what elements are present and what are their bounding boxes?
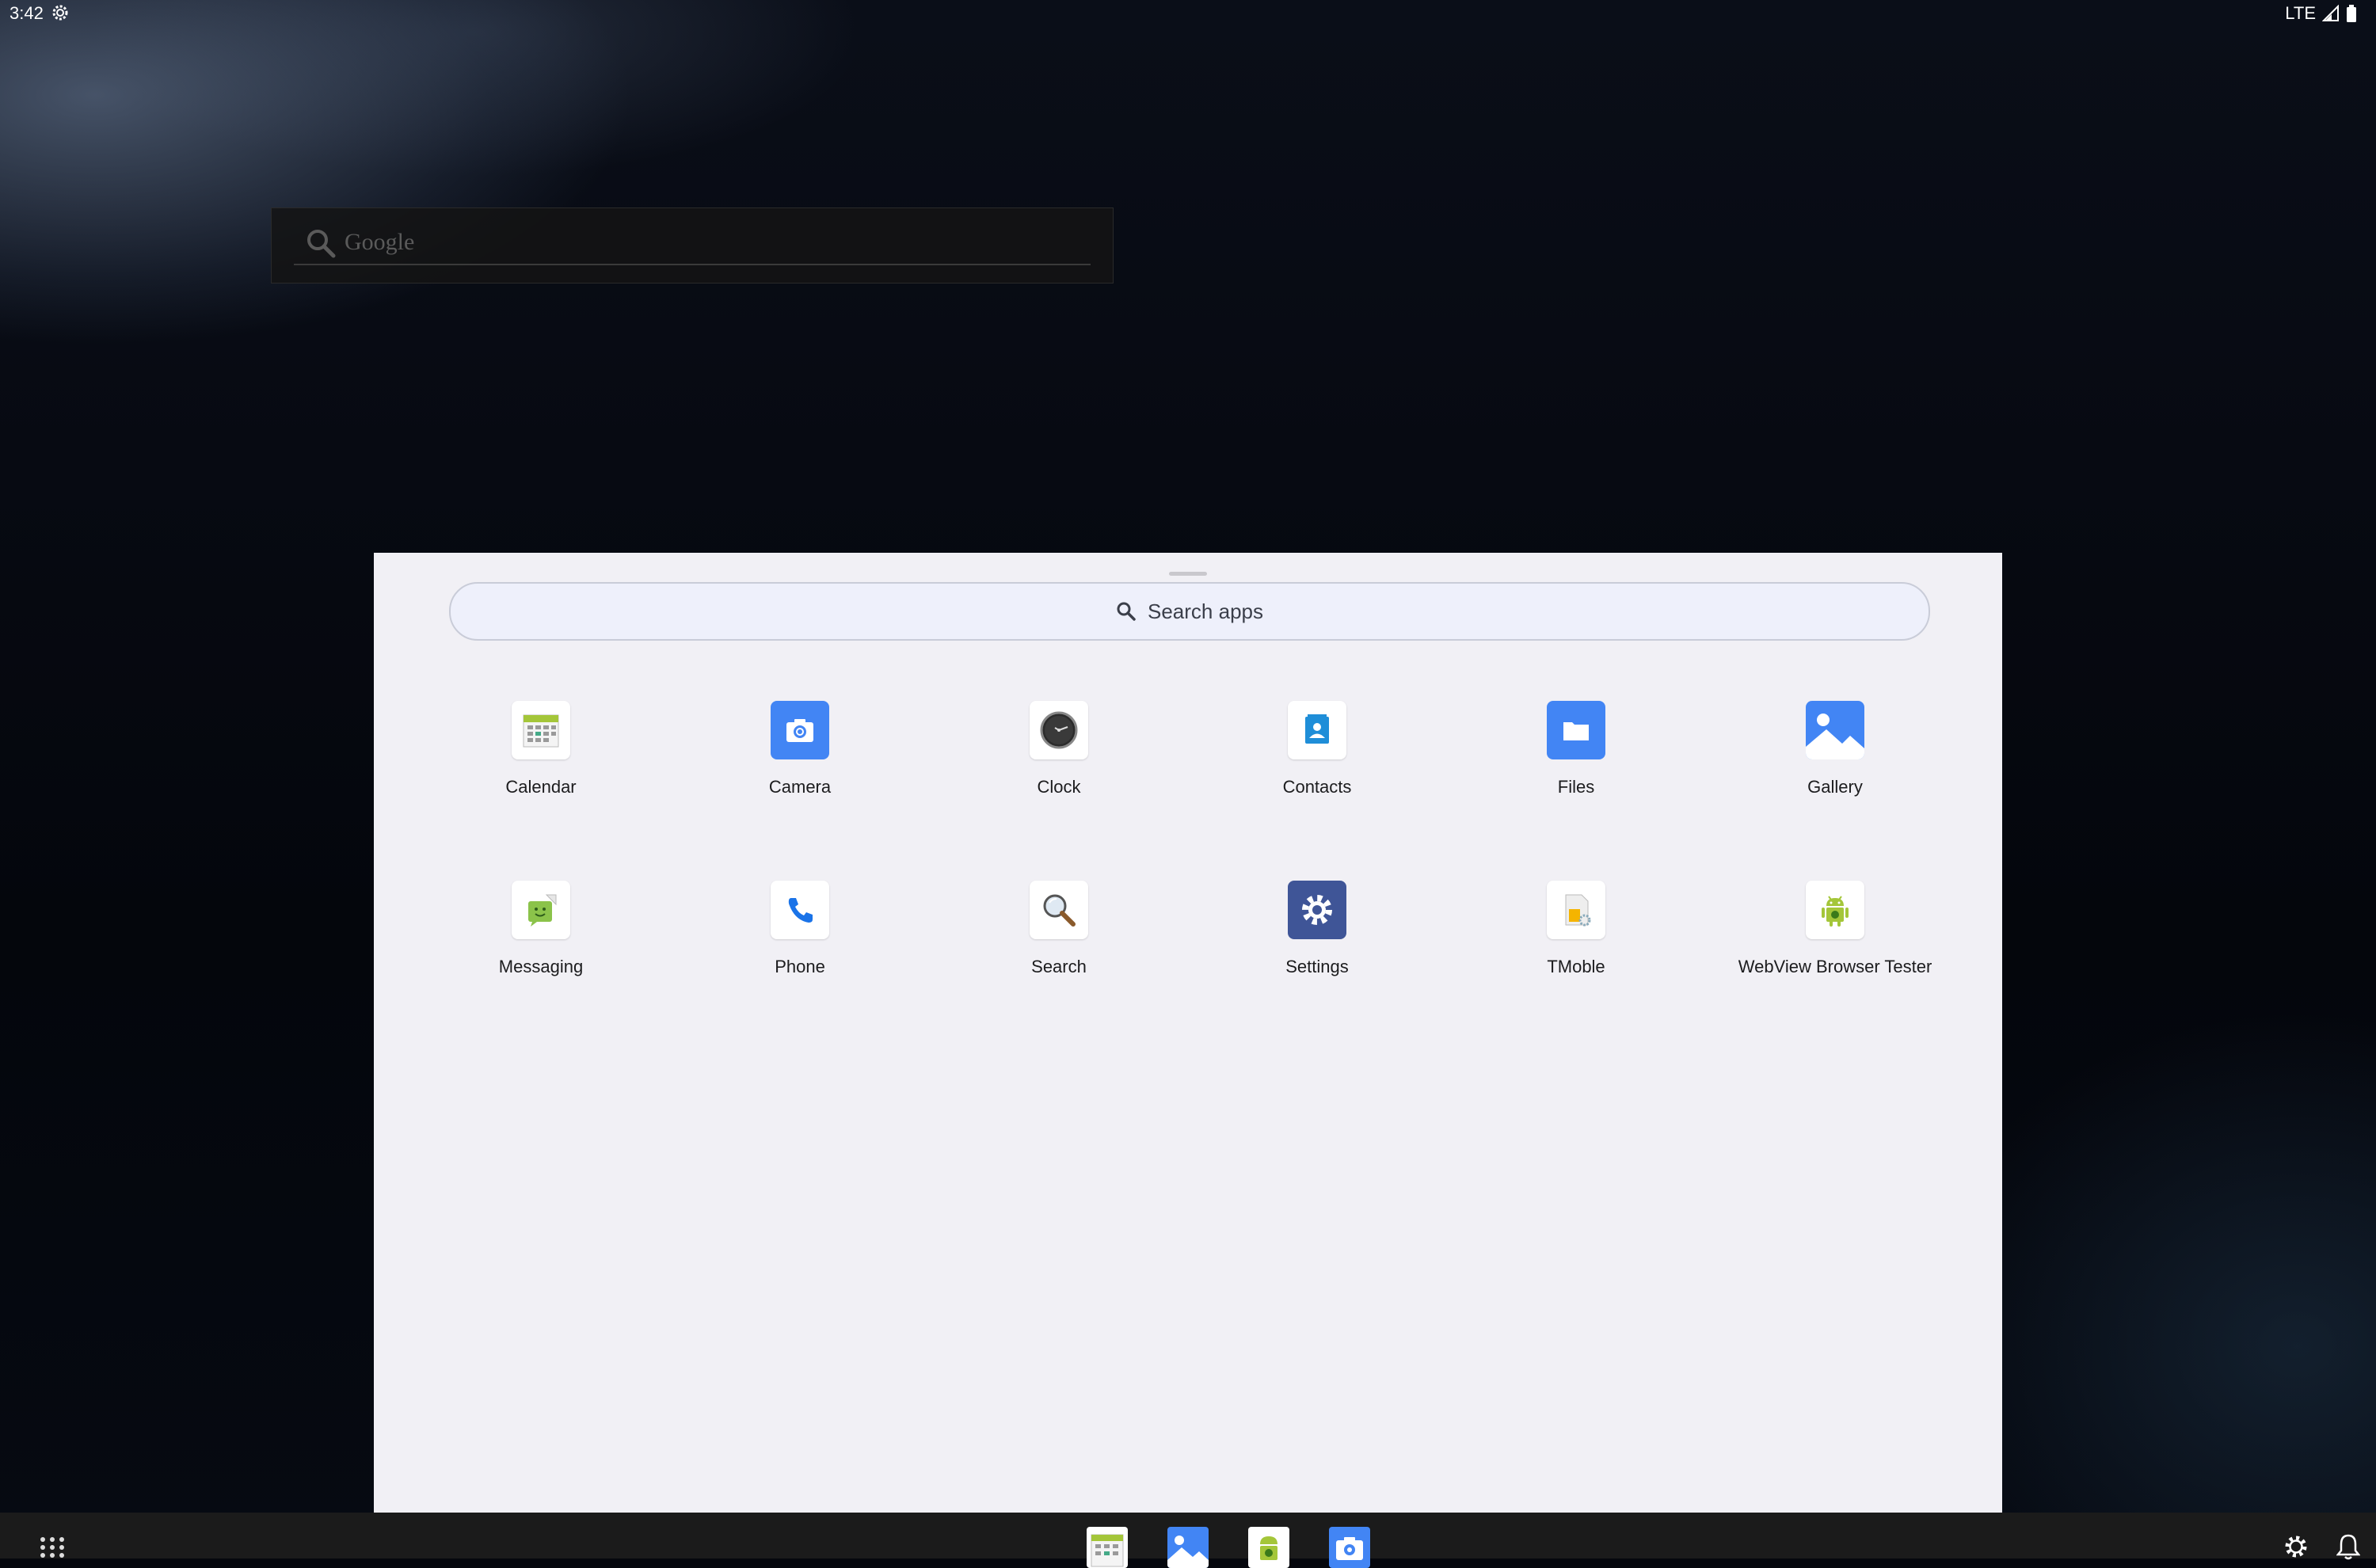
app-label: Messaging bbox=[498, 957, 584, 976]
settings-icon[interactable] bbox=[2283, 1533, 2309, 1564]
taskbar bbox=[0, 1513, 2376, 1568]
status-time: 3:42 bbox=[10, 3, 44, 23]
status-bar: 3:42 LTE bbox=[0, 0, 2376, 32]
dock-android-icon[interactable] bbox=[1248, 1527, 1289, 1568]
app-phone[interactable]: Phone bbox=[669, 881, 931, 1007]
dock-calendar-icon[interactable] bbox=[1087, 1527, 1128, 1568]
app-settings[interactable]: Settings bbox=[1186, 881, 1448, 1007]
app-messaging[interactable]: Messaging bbox=[410, 881, 672, 1007]
app-label: Settings bbox=[1285, 957, 1349, 976]
dock-gallery-icon[interactable] bbox=[1167, 1527, 1209, 1568]
contacts-icon bbox=[1288, 701, 1346, 759]
folder-icon bbox=[1547, 701, 1605, 759]
settings-icon bbox=[1288, 881, 1346, 939]
app-label: Gallery bbox=[1807, 777, 1863, 797]
messaging-icon bbox=[512, 881, 570, 939]
app-label: Calendar bbox=[505, 777, 577, 797]
gallery-icon bbox=[1806, 701, 1864, 759]
calendar-icon bbox=[512, 701, 570, 759]
tmoble-icon bbox=[1547, 881, 1605, 939]
app-search[interactable]: Search bbox=[928, 881, 1190, 1007]
camera-icon bbox=[771, 701, 829, 759]
google-widget-text: Google bbox=[345, 229, 415, 255]
signal-icon bbox=[2322, 5, 2340, 22]
app-label: WebView Browser Tester bbox=[1738, 957, 1932, 976]
app-label: Camera bbox=[768, 777, 832, 797]
app-label: Contacts bbox=[1282, 777, 1352, 797]
search-icon bbox=[305, 227, 337, 263]
app-contacts[interactable]: Contacts bbox=[1186, 701, 1448, 828]
app-calendar[interactable]: Calendar bbox=[410, 701, 672, 828]
bell-icon[interactable] bbox=[2336, 1533, 2361, 1564]
android-icon bbox=[1806, 881, 1864, 939]
phone-icon bbox=[771, 881, 829, 939]
app-webview-browser-tester[interactable]: WebView Browser Tester bbox=[1704, 881, 1966, 1007]
dock-camera-icon[interactable] bbox=[1329, 1527, 1370, 1568]
gear-icon bbox=[51, 3, 70, 22]
app-drawer[interactable]: Search apps Calendar Camera Clock Contac… bbox=[374, 553, 2002, 1513]
app-clock[interactable]: Clock bbox=[928, 701, 1190, 828]
app-label: Clock bbox=[1037, 777, 1081, 797]
app-label: Search bbox=[1031, 957, 1087, 976]
app-camera[interactable]: Camera bbox=[669, 701, 931, 828]
app-label: Files bbox=[1557, 777, 1595, 797]
clock-icon bbox=[1030, 701, 1088, 759]
app-files[interactable]: Files bbox=[1445, 701, 1707, 828]
magnifier-icon bbox=[1030, 881, 1088, 939]
all-apps-grid-icon[interactable] bbox=[38, 1536, 67, 1562]
battery-icon bbox=[2346, 5, 2357, 22]
widget-underline bbox=[294, 264, 1091, 265]
app-label: TMoble bbox=[1547, 957, 1605, 976]
status-indicators: LTE bbox=[2285, 3, 2357, 24]
app-grid: Calendar Camera Clock Contacts Files Gal… bbox=[374, 553, 2002, 1513]
app-label: Phone bbox=[775, 957, 825, 976]
app-tmoble[interactable]: TMoble bbox=[1445, 881, 1707, 1007]
app-gallery[interactable]: Gallery bbox=[1704, 701, 1966, 828]
google-search-widget[interactable]: Google bbox=[271, 207, 1114, 284]
network-type: LTE bbox=[2285, 3, 2316, 23]
